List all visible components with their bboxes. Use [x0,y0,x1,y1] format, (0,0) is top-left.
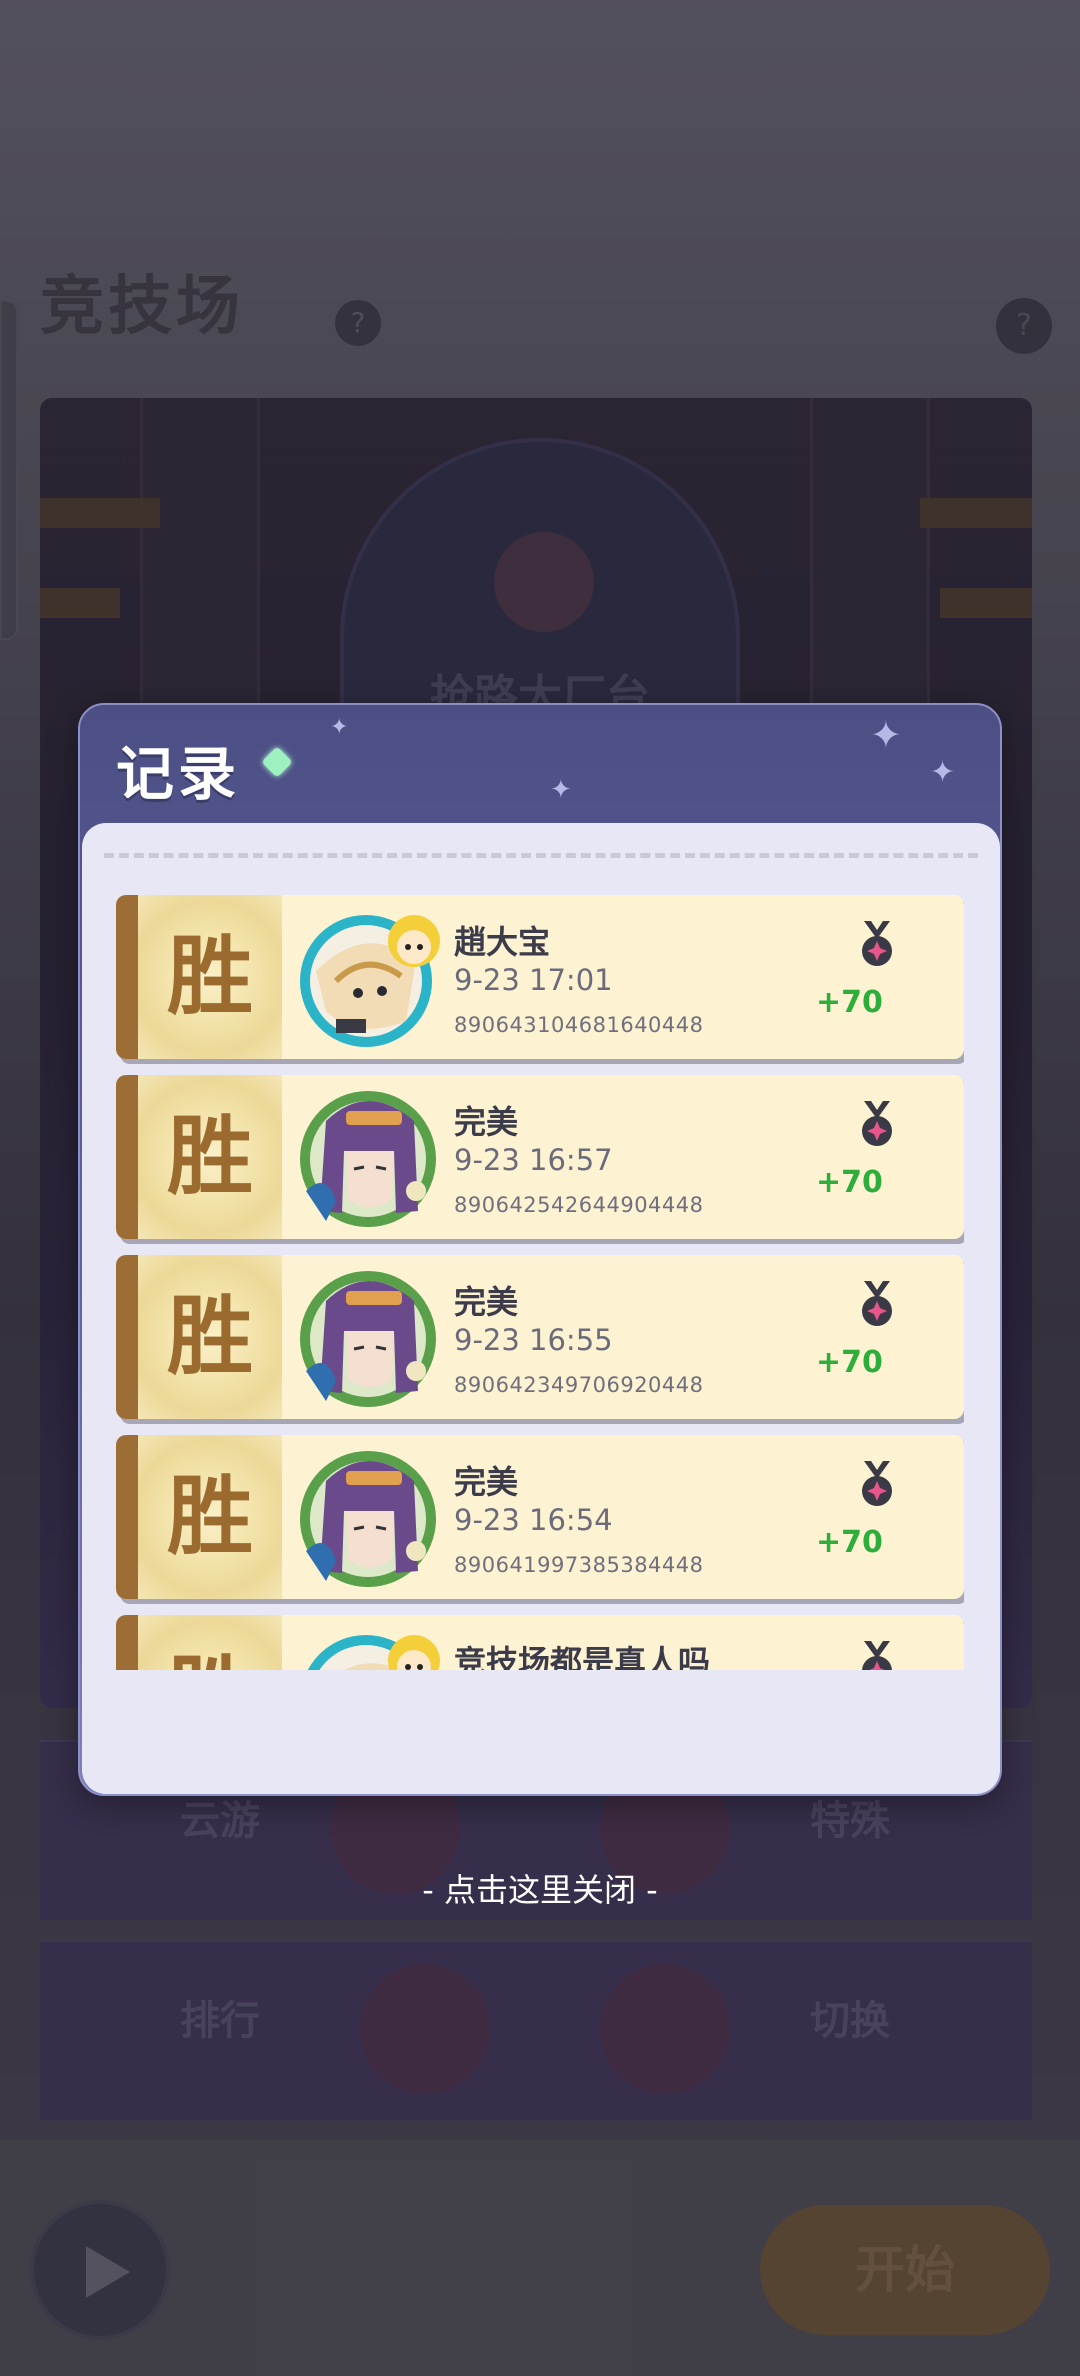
medal-icon [856,1281,898,1329]
match-time: 9-23 17:01 [454,963,613,997]
match-time: 9-23 16:55 [454,1323,613,1357]
sparkle-icon: ✦ [930,755,956,790]
result-badge: 胜 [138,1255,282,1419]
result-badge: 胜 [138,1615,282,1670]
dialog-body: 胜 趙大宝 9-23 17:01 890643104681640448 +70 … [82,823,1000,1794]
result-badge: 胜 [138,1435,282,1599]
purple-hair-avatar[interactable] [296,1441,446,1591]
close-hint[interactable]: - 点击这里关闭 - [0,1865,1080,1911]
opponent-name: 完美 [454,1103,519,1141]
record-dialog: ✦ ✦ ✦ ✦ 记录 胜 趙大宝 9-23 17:01 890643104681… [78,703,1002,1796]
points-change: +70 [816,1345,883,1380]
result-badge: 胜 [138,895,282,1059]
medal-icon [856,1461,898,1509]
result-text: 胜 [138,1649,282,1671]
medal-icon [856,1101,898,1149]
record-list[interactable]: 胜 趙大宝 9-23 17:01 890643104681640448 +70 … [116,895,964,1670]
match-id: 890642542644904448 [454,1193,704,1217]
record-card[interactable]: 胜 趙大宝 9-23 17:01 890643104681640448 +70 [116,895,964,1059]
sparkle-icon: ✦ [550,775,572,805]
record-card[interactable]: 胜 完美 9-23 16:57 890642542644904448 +70 [116,1075,964,1239]
result-text: 胜 [167,1466,253,1567]
card-accent-bar [116,895,138,1059]
opponent-name: 完美 [454,1283,519,1321]
card-accent-bar [116,1075,138,1239]
gem-icon [261,746,293,778]
card-accent-bar [116,1255,138,1419]
points-change: +70 [816,1525,883,1560]
divider [104,853,978,858]
medal-icon [856,921,898,969]
opponent-name: 竞技场都是真人吗 [454,1643,711,1670]
result-text: 胜 [167,1106,253,1207]
record-card[interactable]: 胜 完美 9-23 16:55 890642349706920448 +70 [116,1255,964,1419]
sparkle-icon: ✦ [870,713,902,757]
purple-hair-avatar[interactable] [296,1081,446,1231]
dialog-title: 记录 [116,740,241,808]
match-id: 890643104681640448 [454,1013,704,1037]
card-accent-bar [116,1615,138,1670]
cat-girl-avatar[interactable] [296,1621,446,1670]
card-accent-bar [116,1435,138,1599]
match-time: 9-23 16:54 [454,1503,613,1537]
points-change: +70 [816,985,883,1020]
sparkle-icon: ✦ [330,715,349,740]
match-id: 890642349706920448 [454,1373,704,1397]
result-badge: 胜 [138,1075,282,1239]
result-text: 胜 [167,1286,253,1387]
cat-girl-avatar[interactable] [296,901,446,1051]
purple-hair-avatar[interactable] [296,1261,446,1411]
result-text: 胜 [167,926,253,1027]
medal-icon [856,1641,898,1670]
points-change: +70 [816,1165,883,1200]
opponent-name: 完美 [454,1463,519,1501]
record-card[interactable]: 胜 完美 9-23 16:54 890641997385384448 +70 [116,1435,964,1599]
opponent-name: 趙大宝 [454,923,551,961]
match-id: 890641997385384448 [454,1553,704,1577]
match-time: 9-23 16:57 [454,1143,613,1177]
record-card[interactable]: 胜 竞技场都是真人吗 [116,1615,964,1670]
